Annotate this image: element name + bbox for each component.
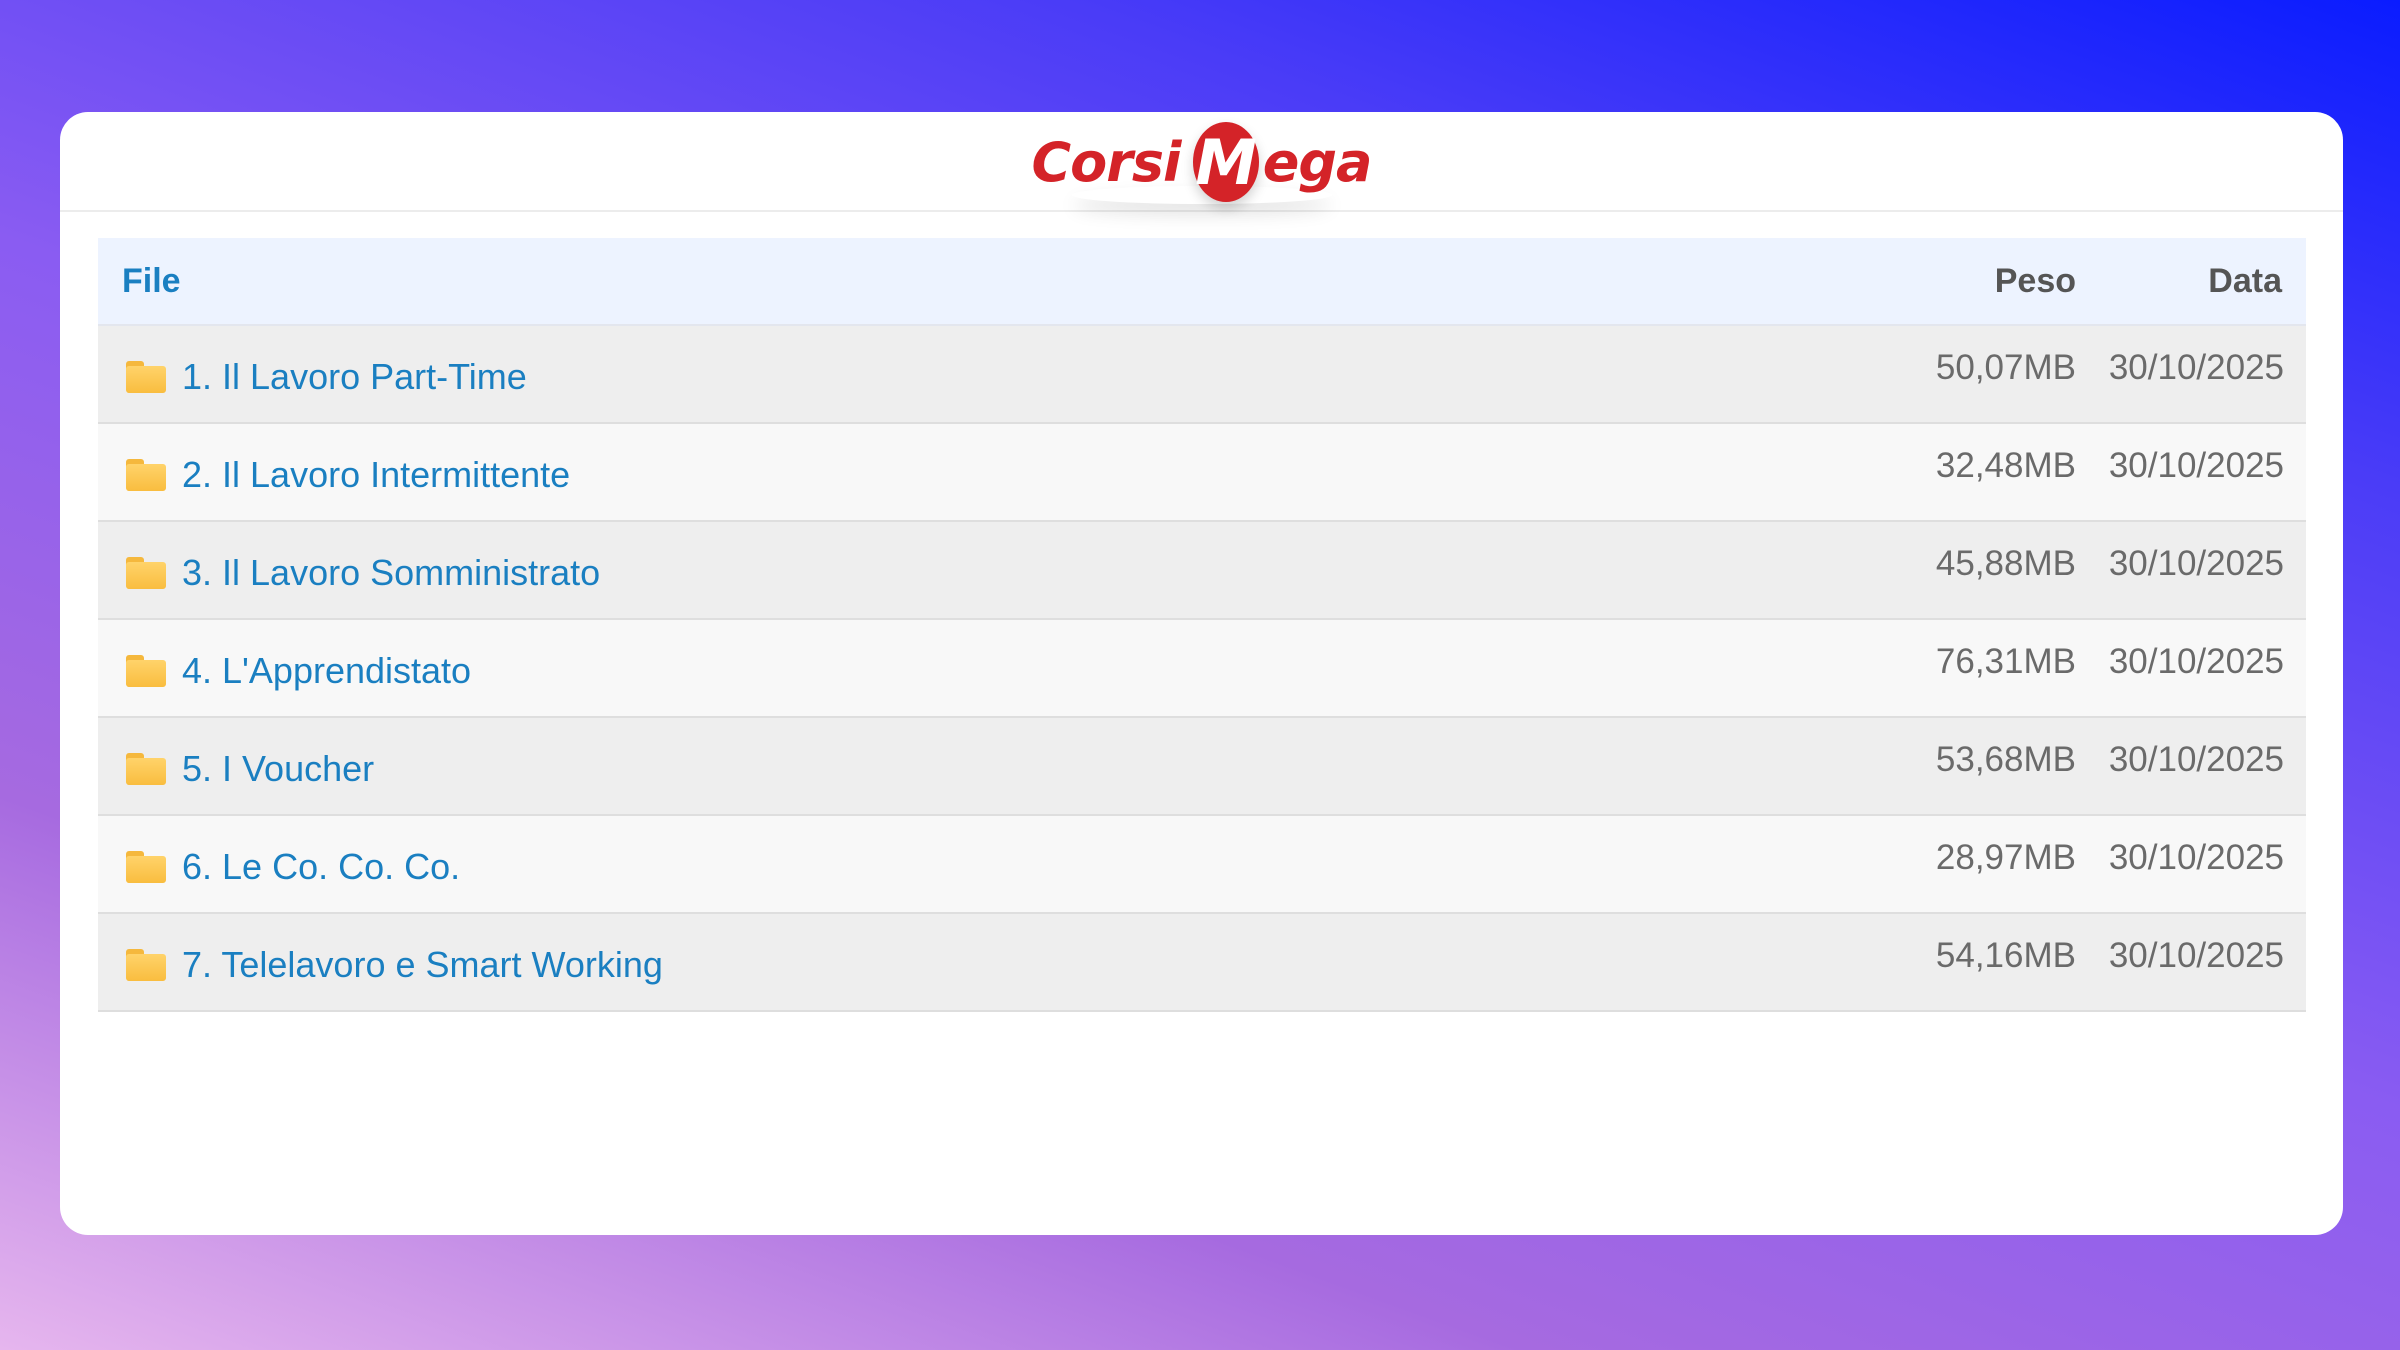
folder-icon [126, 557, 166, 589]
folder-link[interactable]: 7. Telelavoro e Smart Working [182, 944, 663, 986]
folder-icon [126, 753, 166, 785]
column-header-size[interactable]: Peso [1846, 262, 2076, 301]
table-row[interactable]: 4. L'Apprendistato 76,31MB 30/10/2025 [98, 620, 2306, 718]
folder-link[interactable]: 2. Il Lavoro Intermittente [182, 454, 570, 496]
table-row[interactable]: 2. Il Lavoro Intermittente 32,48MB 30/10/2… [98, 424, 2306, 522]
table-row[interactable]: 5. I Voucher 53,68MB 30/10/2025 [98, 718, 2306, 816]
logo-m-badge: M [1192, 122, 1259, 202]
file-date: 30/10/2025 [2108, 838, 2284, 877]
logo-text-corsi: Corsi [1031, 130, 1182, 194]
folder-icon [126, 949, 166, 981]
file-name-cell: 3. Il Lavoro Somministrato [98, 546, 1846, 594]
card-header: Corsi M ega [60, 112, 2343, 212]
logo-text-ega: ega [1262, 130, 1373, 194]
file-name-cell: 7. Telelavoro e Smart Working [98, 938, 1846, 986]
logo-wordmark: Corsi M ega [1032, 116, 1372, 208]
column-header-date[interactable]: Data [2076, 262, 2306, 301]
file-name-cell: 4. L'Apprendistato [98, 644, 1846, 692]
file-name-cell: 6. Le Co. Co. Co. [98, 840, 1846, 888]
file-browser-card: Corsi M ega File Peso Data 1. Il Lavoro … [60, 112, 2343, 1235]
table-row[interactable]: 1. Il Lavoro Part-Time 50,07MB 30/10/2025 [98, 326, 2306, 424]
table-header: File Peso Data [98, 238, 2306, 326]
folder-link[interactable]: 1. Il Lavoro Part-Time [182, 356, 527, 398]
folder-icon [126, 655, 166, 687]
file-date: 30/10/2025 [2108, 740, 2284, 779]
file-name-cell: 5. I Voucher [98, 742, 1846, 790]
file-size: 32,48MB [1935, 446, 2076, 485]
file-table: File Peso Data 1. Il Lavoro Part-Time 50,… [98, 238, 2306, 1012]
folder-link[interactable]: 4. L'Apprendistato [182, 650, 471, 692]
file-size: 76,31MB [1935, 642, 2076, 681]
table-row[interactable]: 6. Le Co. Co. Co. 28,97MB 30/10/2025 [98, 816, 2306, 914]
file-size: 28,97MB [1935, 838, 2076, 877]
file-name-cell: 2. Il Lavoro Intermittente [98, 448, 1846, 496]
file-size: 53,68MB [1935, 740, 2076, 779]
file-date: 30/10/2025 [2108, 446, 2284, 485]
file-date: 30/10/2025 [2108, 642, 2284, 681]
column-header-file[interactable]: File [98, 262, 1846, 301]
folder-icon [126, 361, 166, 393]
folder-link[interactable]: 3. Il Lavoro Somministrato [182, 552, 600, 594]
folder-icon [126, 459, 166, 491]
corsimega-logo[interactable]: Corsi M ega [1032, 116, 1372, 208]
table-row[interactable]: 7. Telelavoro e Smart Working 54,16MB 30/1… [98, 914, 2306, 1012]
folder-link[interactable]: 5. I Voucher [182, 748, 374, 790]
folder-link[interactable]: 6. Le Co. Co. Co. [182, 846, 460, 888]
table-row[interactable]: 3. Il Lavoro Somministrato 45,88MB 30/10/2… [98, 522, 2306, 620]
folder-icon [126, 851, 166, 883]
file-date: 30/10/2025 [2108, 936, 2284, 975]
file-date: 30/10/2025 [2108, 544, 2284, 583]
file-date: 30/10/2025 [2108, 348, 2284, 387]
file-size: 45,88MB [1935, 544, 2076, 583]
file-size: 54,16MB [1935, 936, 2076, 975]
table-body: 1. Il Lavoro Part-Time 50,07MB 30/10/2025 2… [98, 326, 2306, 1012]
file-size: 50,07MB [1935, 348, 2076, 387]
file-name-cell: 1. Il Lavoro Part-Time [98, 350, 1846, 398]
